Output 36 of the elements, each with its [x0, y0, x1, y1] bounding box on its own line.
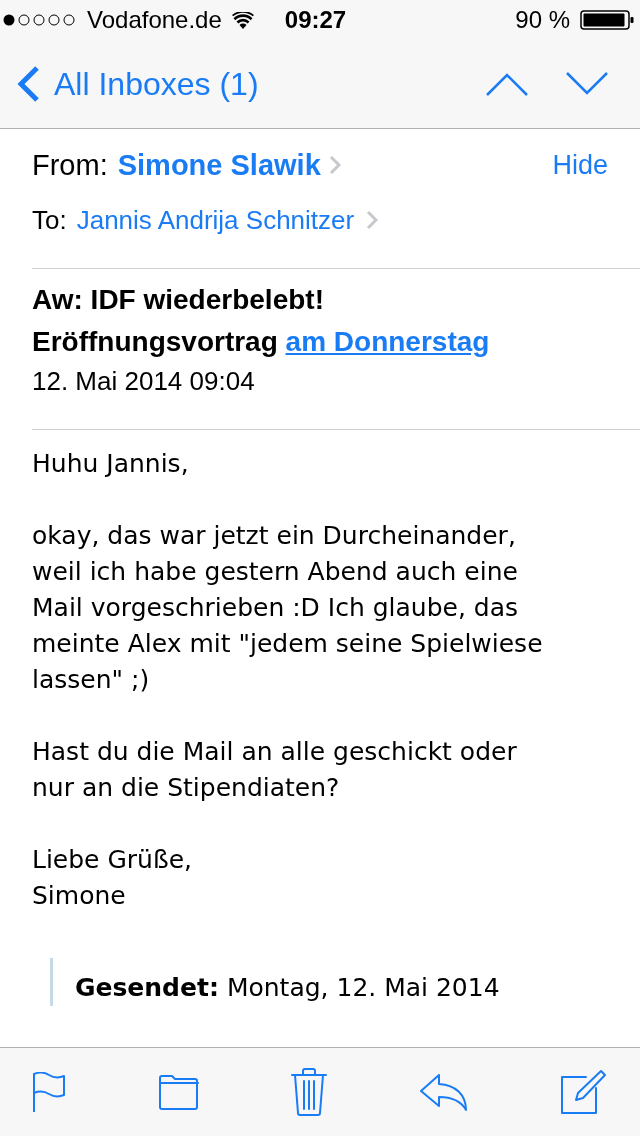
body-paragraph: Hast du die Mail an alle geschickt oder nur an die Stipendiaten?	[32, 736, 518, 804]
to-label: To:	[32, 207, 67, 233]
email-subject: Aw: IDF wiederbelebt! Eröffnungsvortrag am Donnerstag	[32, 283, 491, 359]
chevron-up-icon	[486, 72, 528, 96]
trash-button[interactable]	[291, 1068, 327, 1116]
next-message-button[interactable]	[566, 72, 608, 96]
hide-button[interactable]: Hide	[552, 151, 608, 179]
body-paragraph: okay, das war jetzt ein Durcheinander, weil ich habe gestern Abend auch eine Mail vorgeschrieben :D Ich glaube, das meinte Alex mit "jedem seine Spielwiese lassen" ;)	[32, 520, 544, 696]
wifi-icon	[231, 11, 254, 29]
compose-button[interactable]	[560, 1069, 606, 1115]
date-link[interactable]: am Donnerstag	[285, 326, 490, 357]
quoted-sent-line: Gesendet: Montag, 12. Mai 2014	[75, 972, 501, 1004]
recipient-link[interactable]: Jannis Andrija Schnitzer	[76, 207, 355, 233]
flag-button[interactable]	[32, 1072, 66, 1112]
compose-icon	[560, 1069, 606, 1115]
body-paragraph: Huhu Jannis,	[32, 448, 190, 480]
from-label: From:	[32, 150, 108, 180]
clock-time: 09:27	[284, 8, 347, 32]
chevron-right-icon	[328, 155, 341, 175]
chevron-right-icon	[366, 210, 379, 230]
folder-icon	[157, 1074, 200, 1110]
carrier-name: Vodafone.de	[87, 8, 222, 32]
body-paragraph: Liebe Grüße, Simone	[32, 844, 194, 912]
chevron-left-icon	[16, 65, 40, 103]
folder-button[interactable]	[157, 1074, 200, 1110]
email-date: 12. Mai 2014 09:04	[32, 365, 256, 398]
reply-button[interactable]	[418, 1073, 469, 1111]
back-button[interactable]: All Inboxes (1)	[16, 65, 259, 103]
trash-icon	[291, 1068, 327, 1116]
reply-icon	[418, 1073, 469, 1111]
battery-icon	[580, 10, 634, 30]
battery-percentage: 90 %	[515, 8, 570, 32]
previous-message-button[interactable]	[486, 72, 528, 96]
flag-icon	[32, 1072, 66, 1112]
chevron-down-icon	[566, 72, 608, 96]
sender-link[interactable]: Simone Slawik	[117, 150, 321, 180]
